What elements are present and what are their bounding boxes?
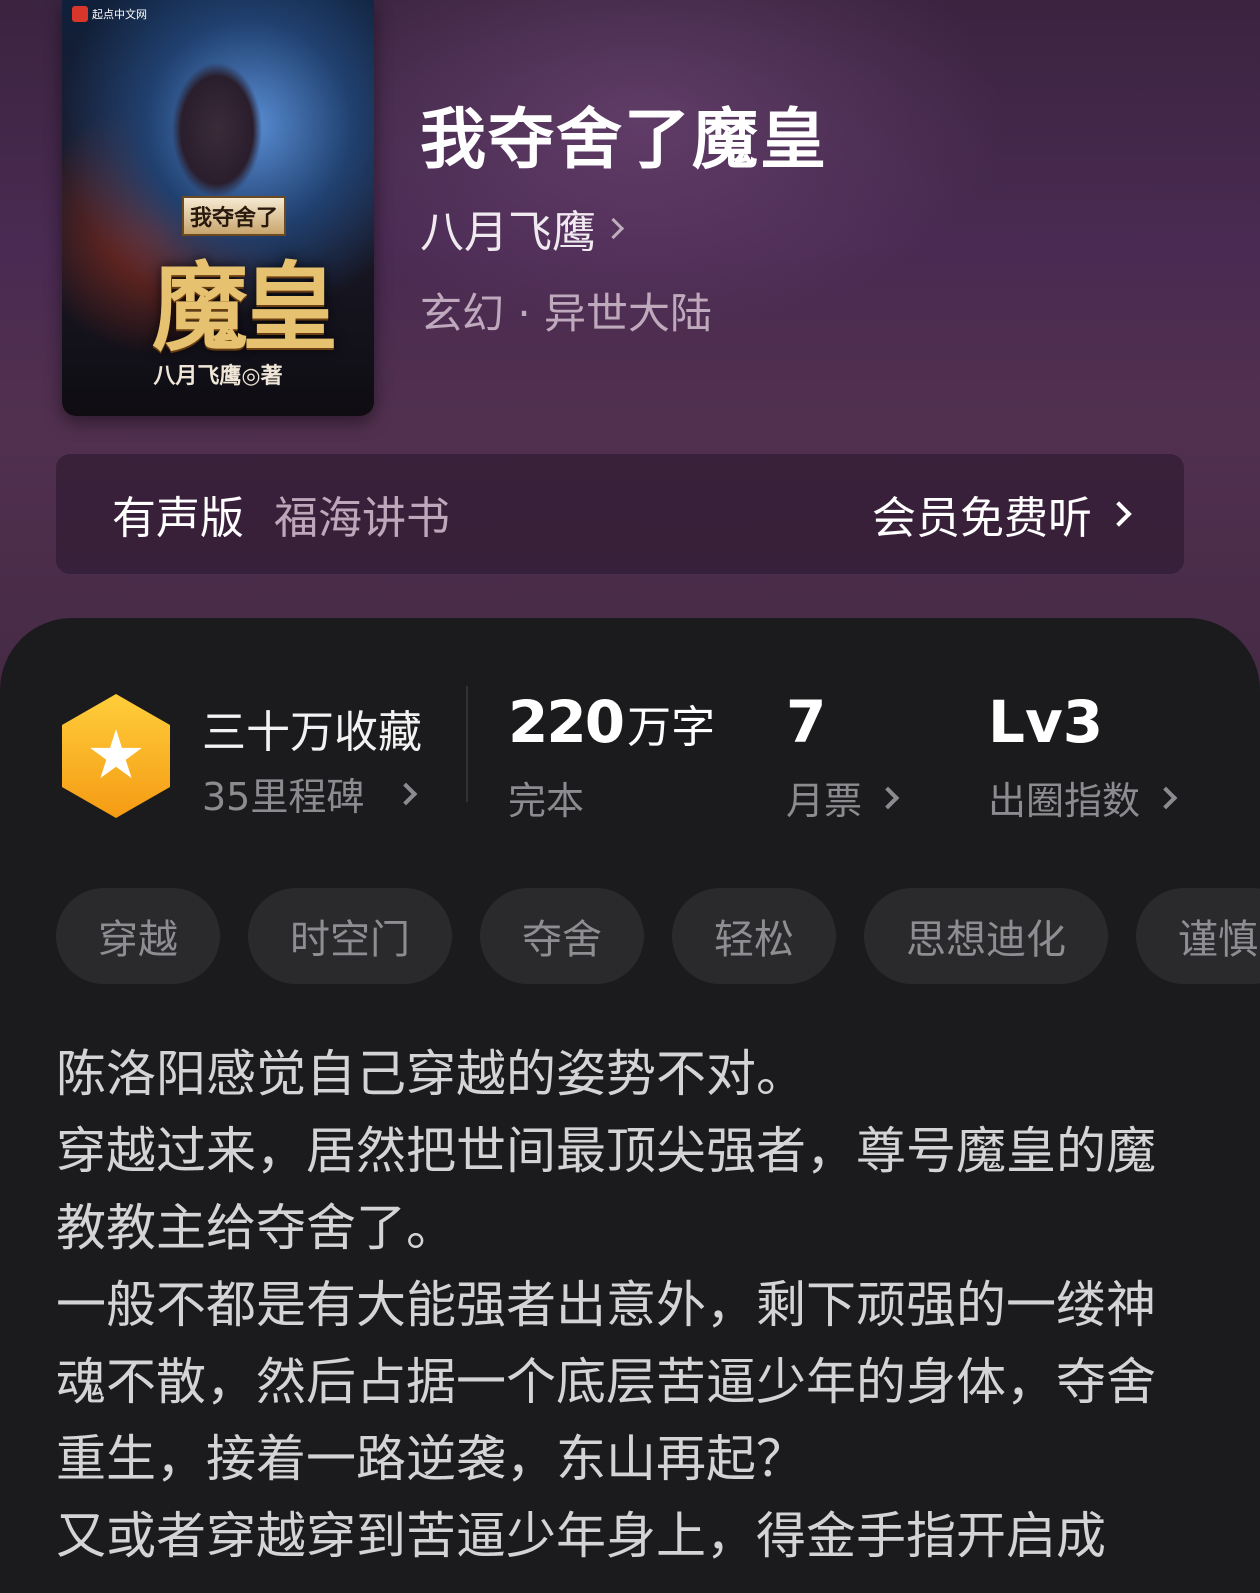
cover-title: 魔皇 (152, 251, 338, 364)
publisher-badge: 起点中文网 (72, 6, 147, 22)
tag-chip[interactable]: 时空门 (248, 888, 452, 984)
popularity-level: Lv3 (988, 688, 1104, 756)
monthly-tickets-link[interactable]: 月票 (786, 770, 900, 825)
tag-chip[interactable]: 谨慎 (1136, 888, 1260, 984)
favorites-count: 三十万收藏 (202, 707, 422, 758)
tag-chip[interactable]: 穿越 (56, 888, 220, 984)
audio-version-bar[interactable]: 有声版 福海讲书 会员免费听 (56, 454, 1184, 574)
audio-label: 有声版 (112, 493, 244, 544)
book-description[interactable]: 陈洛阳感觉自己穿越的姿势不对。 穿越过来，居然把世间最顶尖强者，尊号魔皇的魔教教… (56, 1036, 1176, 1575)
audio-narrator: 福海讲书 (274, 493, 450, 544)
monthly-tickets-count: 7 (786, 688, 827, 756)
author-link[interactable]: 八月飞鹰 (420, 196, 625, 260)
book-header: 起点中文网 我夺舍了 魔皇 八月飞鹰◎著 我夺舍了魔皇 八月飞鹰 玄幻 · 异世… (0, 0, 1260, 700)
listen-free-button[interactable]: 会员免费听 (872, 482, 1132, 546)
star-icon (90, 729, 142, 779)
chevron-right-icon (876, 786, 900, 809)
book-detail-page: 起点中文网 我夺舍了 魔皇 八月飞鹰◎著 我夺舍了魔皇 八月飞鹰 玄幻 · 异世… (0, 0, 1260, 1593)
tag-chip[interactable]: 夺舍 (480, 888, 644, 984)
book-genre: 玄幻 · 异世大陆 (420, 289, 713, 338)
chevron-right-icon (395, 782, 418, 805)
cover-author: 八月飞鹰◎著 (153, 363, 283, 389)
chevron-right-icon (1106, 501, 1132, 527)
milestones-link[interactable]: 35里程碑 (202, 766, 418, 821)
tag-chip[interactable]: 思想迪化 (864, 888, 1108, 984)
tag-list: 穿越 时空门 夺舍 轻松 思想迪化 谨慎 (56, 888, 1260, 984)
book-title: 我夺舍了魔皇 (420, 100, 828, 178)
popularity-index-link[interactable]: 出圈指数 (988, 770, 1178, 825)
tag-chip[interactable]: 轻松 (672, 888, 836, 984)
word-count: 220 万字 (508, 688, 716, 756)
completion-status: 完本 (508, 779, 585, 823)
description-paragraph: 又或者穿越穿到苦逼少年身上，得金手指开启成 (56, 1507, 1106, 1565)
chevron-right-icon (602, 217, 625, 239)
description-paragraph: 一般不都是有大能强者出意外，剩下顽强的一缕神魂不散，然后占据一个底层苦逼少年的身… (56, 1276, 1156, 1488)
description-paragraph: 陈洛阳感觉自己穿越的姿势不对。 (56, 1045, 806, 1103)
stats-divider (466, 686, 468, 802)
description-paragraph: 穿越过来，居然把世间最顶尖强者，尊号魔皇的魔教教主给夺舍了。 (56, 1122, 1156, 1257)
publisher-logo-icon (72, 6, 88, 22)
author-name: 八月飞鹰 (420, 207, 596, 258)
book-cover[interactable]: 起点中文网 我夺舍了 魔皇 八月飞鹰◎著 (62, 0, 374, 416)
chevron-right-icon (1154, 786, 1178, 809)
